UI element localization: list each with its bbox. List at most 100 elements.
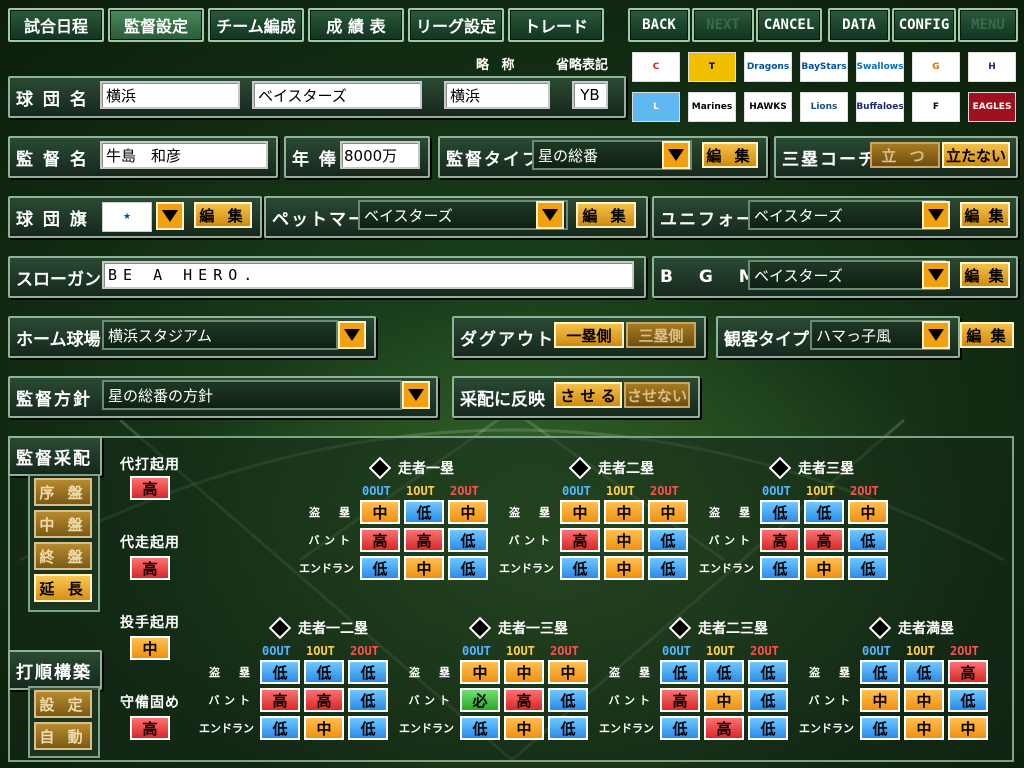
tactic-cell[interactable]: 低 xyxy=(704,660,744,684)
hawks-logo[interactable]: HAWKS xyxy=(744,92,792,122)
team-abbr-field[interactable]: 横浜 xyxy=(444,81,550,109)
coach-not-stand-button[interactable]: 立たない xyxy=(942,142,1010,168)
tab-manager-settings[interactable]: 監督設定 xyxy=(108,8,204,42)
tactic-cell[interactable]: 中 xyxy=(848,500,888,524)
tactic-cell[interactable]: 中 xyxy=(804,556,844,580)
tactic-cell[interactable]: 低 xyxy=(848,556,888,580)
reflect-on-button[interactable]: さ せ る xyxy=(554,382,622,408)
tactic-cell[interactable]: 低 xyxy=(304,660,344,684)
coach-stand-button[interactable]: 立 つ xyxy=(870,142,940,168)
tactic-cell[interactable]: 低 xyxy=(360,556,400,580)
tactic-cell[interactable]: 中 xyxy=(548,660,588,684)
tactic-cell[interactable]: 低 xyxy=(648,528,688,552)
tactic-cell[interactable]: 中 xyxy=(904,716,944,740)
data-button[interactable]: DATA xyxy=(828,8,890,42)
pitcher-value[interactable]: 中 xyxy=(130,636,170,660)
tactic-cell[interactable]: 高 xyxy=(304,688,344,712)
tactic-cell[interactable]: 低 xyxy=(448,528,488,552)
lions-logo[interactable]: Lions xyxy=(800,92,848,122)
tactic-cell[interactable]: 低 xyxy=(660,660,700,684)
phase-early-button[interactable]: 序 盤 xyxy=(34,478,92,506)
tactic-cell[interactable]: 高 xyxy=(704,716,744,740)
tactic-cell[interactable]: 中 xyxy=(560,500,600,524)
chevron-down-icon[interactable] xyxy=(402,381,430,409)
tactic-cell[interactable]: 低 xyxy=(348,688,388,712)
config-button[interactable]: CONFIG xyxy=(892,8,956,42)
tactic-cell[interactable]: 低 xyxy=(460,716,500,740)
lineup-auto-button[interactable]: 自 動 xyxy=(34,722,92,750)
tab-league-settings[interactable]: リーグ設定 xyxy=(408,8,504,42)
manager-policy-dropdown[interactable]: 星の総番の方針 xyxy=(102,380,402,410)
lions-blue-logo[interactable]: L xyxy=(632,92,680,122)
defense-value[interactable]: 高 xyxy=(130,716,170,740)
chevron-down-icon[interactable] xyxy=(338,321,366,349)
buffaloes-logo[interactable]: Buffaloes xyxy=(856,92,904,122)
tactic-cell[interactable]: 高 xyxy=(760,528,800,552)
cancel-button[interactable]: CANCEL xyxy=(756,8,822,42)
fighters-logo[interactable]: H xyxy=(968,52,1016,82)
tab-team-roster[interactable]: チーム編成 xyxy=(208,8,304,42)
tactic-cell[interactable]: 高 xyxy=(260,688,300,712)
team-nickname-field[interactable]: ベイスターズ xyxy=(252,81,422,109)
tactic-cell[interactable]: 低 xyxy=(760,556,800,580)
tactic-cell[interactable]: 低 xyxy=(948,688,988,712)
tactic-cell[interactable]: 低 xyxy=(748,716,788,740)
chevron-down-icon[interactable] xyxy=(662,141,690,169)
reflect-off-button[interactable]: させない xyxy=(624,382,690,408)
tactic-cell[interactable]: 低 xyxy=(748,660,788,684)
tactic-cell[interactable]: 中 xyxy=(648,500,688,524)
marines-logo[interactable]: Marines xyxy=(688,92,736,122)
tactic-cell[interactable]: 低 xyxy=(348,716,388,740)
tactic-cell[interactable]: 低 xyxy=(904,660,944,684)
tactic-cell[interactable]: 低 xyxy=(548,716,588,740)
dugout-first-base-button[interactable]: 一塁側 xyxy=(554,322,624,348)
swallows-logo[interactable]: Swallows xyxy=(856,52,904,82)
bgm-edit-button[interactable]: 編 集 xyxy=(960,262,1010,288)
salary-field[interactable]: 8000万 xyxy=(340,141,420,169)
tab-trade[interactable]: トレード xyxy=(508,8,604,42)
tactic-cell[interactable]: 高 xyxy=(560,528,600,552)
tactic-cell[interactable]: 中 xyxy=(504,660,544,684)
fighters-bear-logo[interactable]: F xyxy=(912,92,960,122)
tactic-cell[interactable]: 低 xyxy=(748,688,788,712)
tactic-cell[interactable]: 低 xyxy=(648,556,688,580)
tactic-cell[interactable]: 中 xyxy=(604,556,644,580)
baystars-logo[interactable]: BayStars xyxy=(800,52,848,82)
phase-middle-button[interactable]: 中 盤 xyxy=(34,510,92,538)
tactic-cell[interactable]: 低 xyxy=(860,716,900,740)
tactic-cell[interactable]: 中 xyxy=(404,556,444,580)
tab-schedule[interactable]: 試合日程 xyxy=(8,8,104,42)
tactic-cell[interactable]: 高 xyxy=(948,660,988,684)
tactic-cell[interactable]: 中 xyxy=(360,500,400,524)
tab-stats[interactable]: 成 績 表 xyxy=(308,8,404,42)
team-city-field[interactable]: 横浜 xyxy=(100,81,240,109)
tactic-cell[interactable]: 中 xyxy=(304,716,344,740)
chevron-down-icon[interactable] xyxy=(536,201,564,229)
tactic-cell[interactable]: 中 xyxy=(904,688,944,712)
chevron-down-icon[interactable] xyxy=(922,201,950,229)
pinch-hit-value[interactable]: 高 xyxy=(130,476,170,500)
phase-late-button[interactable]: 終 盤 xyxy=(34,542,92,570)
tactic-cell[interactable]: 低 xyxy=(560,556,600,580)
tactic-cell[interactable]: 低 xyxy=(260,660,300,684)
tactic-cell[interactable]: 低 xyxy=(548,688,588,712)
bgm-dropdown[interactable]: ベイスターズ xyxy=(748,260,946,290)
pet-mark-edit-button[interactable]: 編 集 xyxy=(576,202,636,228)
tactic-cell[interactable]: 低 xyxy=(848,528,888,552)
lineup-set-button[interactable]: 設 定 xyxy=(34,690,92,718)
home-stadium-dropdown[interactable]: 横浜スタジアム xyxy=(102,320,338,350)
uniform-dropdown[interactable]: ベイスターズ xyxy=(748,200,946,230)
pinch-run-value[interactable]: 高 xyxy=(130,556,170,580)
next-button[interactable]: NEXT xyxy=(692,8,754,42)
tactic-cell[interactable]: 低 xyxy=(348,660,388,684)
tactic-cell[interactable]: 中 xyxy=(504,716,544,740)
tactic-cell[interactable]: 高 xyxy=(804,528,844,552)
carp-logo[interactable]: C xyxy=(632,52,680,82)
tactic-cell[interactable]: 低 xyxy=(804,500,844,524)
manager-name-field[interactable]: 牛島 和彦 xyxy=(100,141,268,169)
back-button[interactable]: BACK xyxy=(628,8,690,42)
tactic-cell[interactable]: 必 xyxy=(460,688,500,712)
tactic-cell[interactable]: 低 xyxy=(660,716,700,740)
giants-logo[interactable]: G xyxy=(912,52,960,82)
chevron-down-icon[interactable] xyxy=(922,261,950,289)
